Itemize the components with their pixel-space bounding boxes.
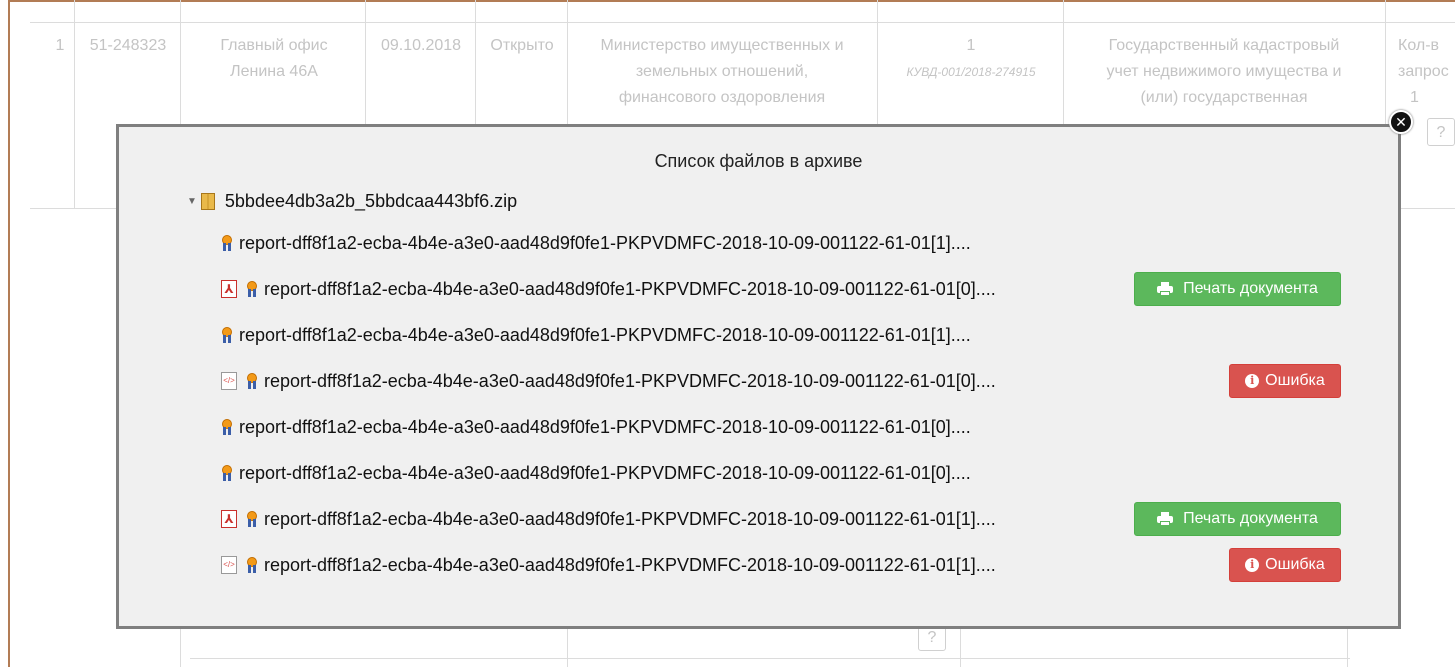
file-name: report-dff8f1a2-ecba-4b4e-a3e0-aad48d9f0… <box>264 278 996 299</box>
table-rule <box>30 22 1455 23</box>
certificate-icon <box>247 281 257 297</box>
file-name: report-dff8f1a2-ecba-4b4e-a3e0-aad48d9f0… <box>264 370 996 391</box>
request-number[interactable]: 51-248323 <box>78 33 178 59</box>
expand-triangle-icon[interactable]: ▼ <box>187 196 197 207</box>
pdf-file-icon: ⅄ <box>221 510 237 528</box>
info-icon: i <box>1245 558 1260 572</box>
error-button-label: Ошибка <box>1265 372 1325 389</box>
file-name: report-dff8f1a2-ecba-4b4e-a3e0-aad48d9f0… <box>239 416 971 437</box>
file-name: report-dff8f1a2-ecba-4b4e-a3e0-aad48d9f0… <box>239 232 971 253</box>
file-list-item[interactable]: report-dff8f1a2-ecba-4b4e-a3e0-aad48d9f0… <box>222 459 971 487</box>
extra-line-2: запрос <box>1398 63 1449 80</box>
archive-file-list-modal: Список файлов в архиве ▼ 5bbdee4db3a2b_5… <box>116 124 1401 629</box>
file-name: report-dff8f1a2-ecba-4b4e-a3e0-aad48d9f0… <box>239 462 971 483</box>
file-list-item[interactable]: ⅄ report-dff8f1a2-ecba-4b4e-a3e0-aad48d9f… <box>221 505 996 533</box>
printer-icon <box>1157 282 1174 296</box>
file-name: report-dff8f1a2-ecba-4b4e-a3e0-aad48d9f0… <box>264 554 996 575</box>
extra-line-3: 1 <box>1410 89 1419 106</box>
row-number: 1 <box>55 37 65 54</box>
print-button-label: Печать документа <box>1183 280 1318 297</box>
certificate-icon <box>222 465 232 481</box>
printer-icon <box>1157 512 1174 526</box>
xml-file-icon: </> <box>221 556 237 574</box>
request-date: 09.10.2018 <box>380 37 462 54</box>
certificate-icon <box>247 373 257 389</box>
org-line-2: земельных отношений, <box>635 63 809 80</box>
org-line-3: финансового оздоровления <box>618 89 826 106</box>
file-list-item[interactable]: </> report-dff8f1a2-ecba-4b4e-a3e0-aad48d… <box>221 551 996 579</box>
zip-archive-icon <box>200 192 215 210</box>
print-document-button[interactable]: Печать документа <box>1134 502 1341 536</box>
modal-title: Список файлов в архиве <box>654 151 863 171</box>
service-line-3: (или) государственная <box>1140 89 1308 106</box>
help-button[interactable]: ? <box>1427 118 1455 146</box>
error-button[interactable]: i Ошибка <box>1229 548 1341 582</box>
xml-file-icon: </> <box>221 372 237 390</box>
info-icon: i <box>1245 374 1260 388</box>
file-name: report-dff8f1a2-ecba-4b4e-a3e0-aad48d9f0… <box>264 508 996 529</box>
file-list-item[interactable]: report-dff8f1a2-ecba-4b4e-a3e0-aad48d9f0… <box>222 321 971 349</box>
case-count: 1 <box>966 37 976 54</box>
org-line-1: Министерство имущественных и <box>600 37 844 54</box>
certificate-icon <box>222 327 232 343</box>
close-modal-button[interactable]: ✕ <box>1389 110 1413 134</box>
error-button[interactable]: i Ошибка <box>1229 364 1341 398</box>
extra-line-1: Кол-в <box>1398 37 1440 54</box>
table-rule <box>190 658 1350 659</box>
error-button-label: Ошибка <box>1265 556 1325 573</box>
certificate-icon <box>222 419 232 435</box>
print-document-button[interactable]: Печать документа <box>1134 272 1341 306</box>
print-button-label: Печать документа <box>1183 510 1318 527</box>
certificate-icon <box>222 235 232 251</box>
file-list-item[interactable]: report-dff8f1a2-ecba-4b4e-a3e0-aad48d9f0… <box>222 413 971 441</box>
file-name: report-dff8f1a2-ecba-4b4e-a3e0-aad48d9f0… <box>239 324 971 345</box>
service-line-1: Государственный кадастровый <box>1108 37 1340 54</box>
certificate-icon <box>247 557 257 573</box>
archive-name: 5bbdee4db3a2b_5bbdcaa443bf6.zip <box>224 190 518 211</box>
service-line-2: учет недвижимого имущества и <box>1106 63 1342 80</box>
request-status: Открыто <box>490 37 554 54</box>
pdf-file-icon: ⅄ <box>221 280 237 298</box>
office-line-2: Ленина 46А <box>230 63 318 80</box>
kuvd-number: КУВД-001/2018-274915 <box>906 65 1036 79</box>
file-list-item[interactable]: ⅄ report-dff8f1a2-ecba-4b4e-a3e0-aad48d9f… <box>221 275 996 303</box>
archive-tree-root[interactable]: ▼ 5bbdee4db3a2b_5bbdcaa443bf6.zip <box>187 189 517 213</box>
certificate-icon <box>247 511 257 527</box>
table-col-rule <box>74 0 75 208</box>
file-list-item[interactable]: report-dff8f1a2-ecba-4b4e-a3e0-aad48d9f0… <box>222 229 971 257</box>
office-line-1: Главный офис <box>220 37 328 54</box>
file-list-item[interactable]: </> report-dff8f1a2-ecba-4b4e-a3e0-aad48d… <box>221 367 996 395</box>
